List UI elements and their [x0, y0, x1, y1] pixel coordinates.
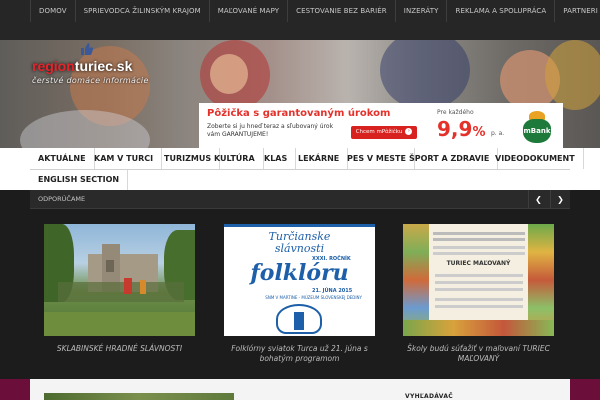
arrow-right-icon: › — [405, 128, 413, 135]
top-nav-list: DOMOV SPRIEVODCA ŽILINSKÝM KRAJOM MAĽOVA… — [30, 0, 600, 22]
poster-date: 21. JÚNA 2015 — [312, 288, 353, 294]
top-nav-item-partneri[interactable]: PARTNERI — [554, 0, 600, 22]
photo-person — [140, 280, 146, 294]
article-card[interactable]: SKLABINSKÉ HRADNÉ SLÁVNOSTI — [44, 224, 195, 354]
flyer-border-bottom — [403, 320, 554, 336]
flyer-text-line — [433, 232, 525, 235]
content-area-start: VYHĽADÁVAČ — [0, 379, 600, 400]
banner-ad[interactable]: Pôžička s garantovaným úrokom Zoberte si… — [199, 103, 563, 148]
search-heading: VYHĽADÁVAČ — [405, 393, 453, 400]
logo-tagline: čerstvé domáce informácie — [32, 76, 149, 85]
logo-region: region — [32, 58, 75, 74]
flyer-text-line — [433, 252, 525, 255]
banner-photo-figure — [380, 40, 470, 110]
photo-crowd — [58, 282, 184, 302]
main-nav-aktualne[interactable]: AKTUÁLNE — [30, 148, 95, 169]
flyer-text-line — [433, 238, 525, 241]
main-nav-divider — [30, 169, 570, 170]
article-thumbnail[interactable]: TURIEC MAĽOVANÝ — [403, 224, 554, 336]
ad-rate-percent: % — [472, 125, 486, 140]
flyer-text-line — [435, 281, 523, 284]
photo-person — [124, 278, 132, 294]
main-nav-english-section[interactable]: ENGLISH SECTION — [30, 169, 129, 190]
flyer-text-line — [435, 288, 523, 291]
main-navigation: AKTUÁLNE KAM V TURCI TURIZMUS KULTÚRA KL… — [0, 148, 600, 190]
article-thumbnail[interactable]: Turčianske slávnosti XXXI. ROČNÍK folkló… — [224, 224, 375, 336]
top-nav-item-sprievodca[interactable]: SPRIEVODCA ŽILINSKÝM KRAJOM — [74, 0, 209, 22]
ad-pre-label: Pre každého — [437, 109, 474, 116]
poster-emblem-center — [294, 312, 304, 330]
poster-line2: slávnosti — [274, 242, 325, 255]
mbank-label: mBank — [523, 127, 551, 135]
article-caption[interactable]: SKLABINSKÉ HRADNÉ SLÁVNOSTI — [44, 344, 195, 354]
main-nav-kam-v-turci[interactable]: KAM V TURCI — [86, 148, 163, 169]
chevron-left-icon[interactable]: ❮ — [528, 190, 548, 209]
poster-line3: folklóru — [250, 260, 349, 286]
top-nav-item-reklama[interactable]: REKLAMA A SPOLUPRÁCA — [446, 0, 554, 22]
flyer-text-line — [435, 298, 523, 301]
top-nav-item-malovane-mapy[interactable]: MAĽOVANÉ MAPY — [208, 0, 287, 22]
ad-pa: p. a. — [491, 130, 505, 137]
main-nav-kultura[interactable]: KULTÚRA — [206, 148, 264, 169]
top-nav-item-cestovanie[interactable]: CESTOVANIE BEZ BARIÉR — [287, 0, 395, 22]
ad-rate-value: 9,9 — [437, 117, 473, 141]
poster-top-rule — [224, 224, 375, 227]
article-thumbnail[interactable] — [44, 224, 195, 336]
logo-turiec: turiec — [74, 58, 113, 74]
main-nav-sport-a-zdravie[interactable]: ŠPORT A ZDRAVIE — [401, 148, 499, 169]
banner-photo-face — [210, 54, 248, 94]
photo-grass — [44, 312, 195, 336]
ad-cta-label: Chcem mPôžičku — [355, 129, 403, 135]
ad-text: Zoberte si ju hneď teraz a sľubovaný úro… — [207, 123, 334, 138]
flyer-text-line — [435, 274, 523, 277]
recommended-carousel: SKLABINSKÉ HRADNÉ SLÁVNOSTI Turčianske s… — [30, 209, 570, 379]
article-caption[interactable]: Folklórny sviatok Turca už 21. júna s bo… — [224, 344, 375, 364]
article-card[interactable]: TURIEC MAĽOVANÝ Školy budú súťažiť v maľ… — [403, 224, 554, 364]
ad-title: Pôžička s garantovaným úrokom — [207, 108, 391, 119]
recommended-label: ODPORÚČAME — [38, 195, 86, 203]
photo-castle-window — [106, 260, 114, 272]
top-nav-item-domov[interactable]: DOMOV — [30, 0, 75, 22]
chevron-right-icon[interactable]: ❯ — [550, 190, 570, 209]
top-navigation: DOMOV SPRIEVODCA ŽILINSKÝM KRAJOM MAĽOVA… — [0, 0, 600, 40]
main-nav-videodokument[interactable]: VIDEODOKUMENT — [487, 148, 584, 169]
header-banner: regionturiec.sk čerstvé domáce informáci… — [0, 40, 600, 148]
article-card[interactable]: Turčianske slávnosti XXXI. ROČNÍK folkló… — [224, 224, 375, 364]
logo-text: regionturiec.sk — [32, 58, 132, 74]
logo-sk: sk — [116, 58, 133, 74]
poster-venue: SNM V MARTINE - MÚZEUM SLOVENSKEJ DEDINY — [265, 295, 362, 300]
article-caption[interactable]: Školy budú súťažiť v maľovaní TURIEC MAĽ… — [403, 344, 554, 364]
ad-cta-button[interactable]: Chcem mPôžičku › — [351, 126, 417, 139]
top-nav-item-inzeraty[interactable]: INZERÁTY — [394, 0, 447, 22]
thumbs-up-icon — [81, 43, 94, 55]
mbank-logo: mBank — [517, 107, 557, 145]
flyer-title: TURIEC MAĽOVANÝ — [446, 260, 511, 267]
content-panel: VYHĽADÁVAČ — [30, 379, 570, 400]
recommended-bar: ODPORÚČAME ❮ ❯ — [30, 190, 570, 209]
flyer-text-line — [435, 305, 523, 308]
ad-rate: 9,9% — [437, 117, 485, 141]
banner-photo-figure — [545, 40, 600, 110]
flyer-text-line — [433, 246, 525, 249]
featured-photo[interactable] — [44, 393, 234, 400]
